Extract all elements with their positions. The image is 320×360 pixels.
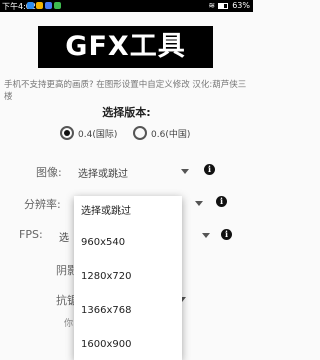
battery-level: 63% [232, 1, 250, 10]
chevron-down-icon[interactable] [181, 169, 189, 174]
menu-option-skip[interactable]: 选择或跳过 [74, 196, 182, 226]
antialias-hint: 你 [64, 319, 74, 329]
app-notification-icon [27, 2, 34, 9]
status-right: ≋ 63% [208, 1, 250, 10]
resolution-dropdown-menu[interactable]: 选择或跳过 960x540 1280x720 1366x768 1600x900 [74, 196, 182, 360]
menu-option-1280x720[interactable]: 1280x720 [74, 260, 182, 294]
info-icon[interactable]: i [204, 164, 215, 175]
battery-icon [217, 2, 228, 9]
status-bar: 下午4:02 ≋ 63% [0, 0, 253, 12]
app-notification-icon [54, 2, 61, 9]
notification-icons [27, 2, 63, 11]
menu-option-1600x900[interactable]: 1600x900 [74, 328, 182, 360]
wifi-icon: ≋ [208, 1, 216, 10]
chevron-down-icon[interactable] [202, 233, 210, 238]
notice-text: 手机不支持更高的画质? 在图形设置中自定义修改 汉化:葫芦侠三楼 [4, 80, 247, 102]
info-icon[interactable]: i [221, 229, 232, 240]
version-title: 选择版本: [102, 106, 151, 119]
version-option-global[interactable]: 0.4(国际) [60, 124, 117, 142]
fps-label: FPS: [19, 228, 43, 241]
graphics-label: 图像: [36, 166, 62, 179]
app-title: GFX工具 [38, 26, 213, 68]
version-option-china[interactable]: 0.6(中国) [133, 124, 190, 142]
version-option-label: 0.6(中国) [151, 129, 191, 140]
fps-dropdown[interactable]: 选 [59, 229, 69, 244]
chevron-down-icon[interactable] [195, 201, 203, 206]
app-notification-icon [45, 2, 52, 9]
version-option-label: 0.4(国际) [78, 129, 118, 140]
radio-selected-icon[interactable] [60, 126, 74, 140]
menu-option-960x540[interactable]: 960x540 [74, 226, 182, 260]
resolution-label: 分辨率: [24, 198, 61, 211]
app-notification-icon [36, 2, 43, 9]
radio-unselected-icon[interactable] [133, 126, 147, 140]
menu-option-1366x768[interactable]: 1366x768 [74, 294, 182, 328]
info-icon[interactable]: i [216, 196, 227, 207]
graphics-dropdown[interactable]: 选择或跳过 [78, 165, 128, 180]
